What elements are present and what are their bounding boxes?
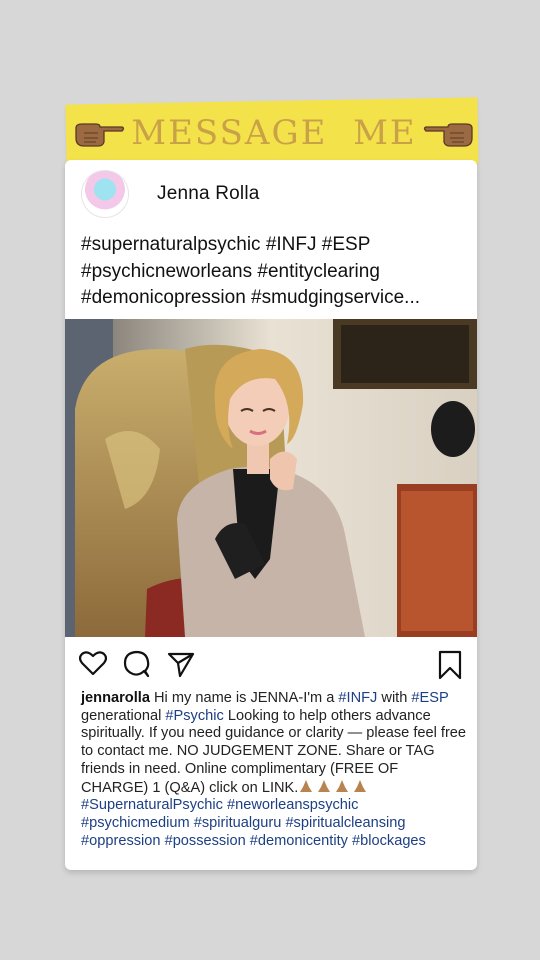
caption-text: Hi my name is JENNA-I'm a	[149, 690, 339, 706]
caption-hashtag[interactable]: #Psychic	[165, 708, 223, 724]
caption-hashtag[interactable]: #spiritualcleansing	[285, 815, 405, 831]
send-icon[interactable]	[167, 650, 195, 678]
pointing-left-hand-icon	[423, 123, 473, 147]
caption-hashtag[interactable]: #demonicentity	[250, 833, 348, 849]
post-caption: jennarolla Hi my name is JENNA-I'm a #IN…	[81, 690, 469, 850]
caption-hashtag[interactable]: #oppression	[81, 833, 161, 849]
caption-hashtag[interactable]: #neworleanspsychic	[227, 797, 358, 813]
bookmark-icon[interactable]	[437, 650, 463, 680]
post-hashtags: #supernaturalpsychic #INFJ #ESP #psychic…	[81, 232, 473, 312]
caption-hashtag[interactable]: #spiritualguru	[194, 815, 282, 831]
heart-icon[interactable]	[79, 650, 107, 676]
instagram-post-card: Jenna Rolla #supernaturalpsychic #INFJ #…	[65, 160, 477, 870]
hashtag-line[interactable]: #demonicopression #smudgingservice...	[81, 285, 473, 312]
avatar[interactable]	[81, 170, 129, 218]
caption-text: with	[377, 690, 412, 706]
banner-text[interactable]: MESSAGE ME	[126, 113, 422, 153]
praying-hands-icon	[354, 779, 367, 792]
hashtag-line[interactable]: #psychicneworleans #entityclearing	[81, 259, 473, 286]
praying-hands-icon	[318, 779, 331, 792]
caption-hashtag[interactable]: #psychicmedium	[81, 815, 190, 831]
pointing-right-hand-icon	[75, 123, 125, 147]
message-me-row[interactable]: MESSAGE ME	[74, 108, 474, 158]
caption-text: generational	[81, 707, 166, 724]
caption-hashtag[interactable]: #possession	[165, 833, 246, 849]
caption-hashtag[interactable]: #INFJ	[338, 690, 377, 706]
post-header: Jenna Rolla	[65, 160, 477, 228]
praying-hands-icon	[300, 779, 313, 792]
caption-hashtag[interactable]: #blockages	[352, 833, 426, 849]
caption-hashtag[interactable]: #ESP	[411, 690, 448, 706]
caption-username[interactable]: jennarolla	[81, 690, 150, 706]
hashtag-line[interactable]: #supernaturalpsychic #INFJ #ESP	[81, 232, 473, 259]
post-username[interactable]: Jenna Rolla	[157, 183, 260, 205]
post-photo[interactable]	[65, 319, 477, 637]
comment-icon[interactable]	[123, 650, 151, 678]
caption-hashtag[interactable]: #SupernaturalPsychic	[81, 797, 223, 813]
praying-hands-icon	[336, 779, 349, 792]
post-actions	[77, 650, 467, 680]
